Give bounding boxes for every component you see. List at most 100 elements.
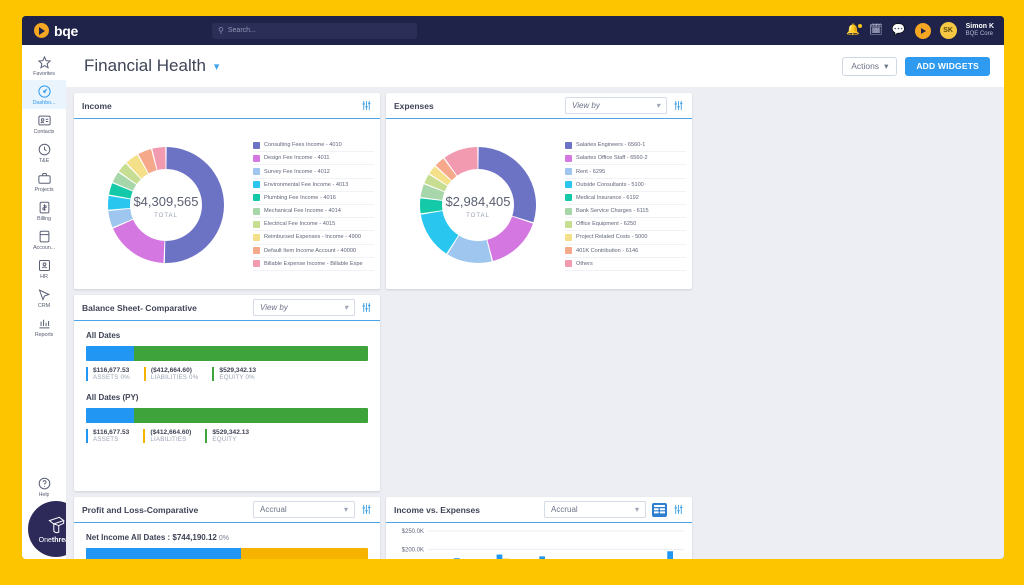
legend-item[interactable]: Bank Service Charges - 6115 (565, 205, 686, 219)
balance-sheet-view-by-select[interactable]: View by ▾ (253, 299, 355, 316)
legend-item[interactable]: Medical Insurance - 6192 (565, 192, 686, 205)
legend-item[interactable]: Consulting Fees Income - 4010 (253, 139, 374, 153)
legend-item[interactable]: Others (565, 258, 686, 271)
income-vs-expenses-basis-select[interactable]: Accrual ▾ (544, 501, 646, 518)
legend-label: Salaries Engineers - 6560-1 (576, 142, 646, 149)
comparative-period-label: All Dates (86, 331, 121, 340)
comparative-stat: ($412,664.60) LIABILITIES (143, 429, 191, 443)
legend-item[interactable]: Survey Fee Income - 4012 (253, 165, 374, 179)
legend-swatch (565, 207, 572, 215)
sidebar-item-help[interactable]: Help (22, 472, 66, 501)
bar-income[interactable] (667, 551, 674, 559)
legend-item[interactable]: Billable Expense Income - Billable Expe (253, 258, 374, 271)
widget-income-vs-expenses-header: Income vs. Expenses Accrual ▾ (386, 497, 692, 523)
income-donut-chart: $4,309,565 TOTAL (78, 125, 253, 285)
chevron-down-icon[interactable]: ▾ (214, 60, 220, 73)
legend-item[interactable]: Project Related Costs - 5000 (565, 231, 686, 245)
sidebar-item-favorites[interactable]: Favorites (22, 51, 66, 80)
legend-item[interactable]: Design Fee Income - 4011 (253, 152, 374, 166)
comparative-stat-key: LIABILITIES (150, 436, 187, 443)
avatar[interactable]: SK (939, 22, 957, 39)
sidebar-item-reports[interactable]: Reports (22, 312, 66, 341)
grid-view-icon[interactable] (652, 502, 667, 517)
legend-item[interactable]: Salaries Engineers - 6560-1 (565, 139, 686, 153)
widget-expenses: Expenses View by ▾ $2,984,405 TOTAL Sala… (386, 93, 692, 289)
grid-view-glyph (654, 504, 665, 513)
contacts-icon (37, 115, 51, 126)
legend-item[interactable]: Rent - 6295 (565, 165, 686, 179)
sidebar-item-crm[interactable]: CRM (22, 283, 66, 312)
legend-swatch (565, 168, 572, 176)
dashboard-icon (37, 85, 51, 98)
sidebar-item-dashboards[interactable]: Dashbo... (22, 80, 66, 109)
legend-item[interactable]: 401K Contribution - 6146 (565, 245, 686, 258)
comparative-bar (86, 346, 368, 361)
sidebar-label-crm: CRM (37, 303, 51, 309)
sidebar-label-favorites: Favorites (33, 71, 55, 77)
legend-item[interactable]: Reimbursed Expenses - Income - 4900 (253, 231, 374, 245)
filter-icon[interactable] (673, 100, 684, 111)
comparative-stat: ($412,664.60) LIABILITIES 0% (143, 367, 199, 381)
sidebar-item-hr[interactable]: HR (22, 254, 66, 283)
filter-icon[interactable] (361, 100, 372, 111)
legend-label: Consulting Fees Income - 4010 (264, 142, 342, 149)
y-tick-label: $200.0K (402, 548, 424, 554)
legend-item[interactable]: Mechanical Fee Income - 4014 (253, 205, 374, 219)
widget-expenses-title: Expenses (394, 100, 434, 111)
bqe-logo[interactable]: bqe (34, 23, 164, 39)
bar-income[interactable] (496, 554, 503, 559)
expenses-view-by-select[interactable]: View by ▾ (565, 97, 667, 114)
widget-balance-sheet-body: All Dates $116,677.53 ASSETS 0% ($412,664.6… (74, 321, 380, 491)
legend-item[interactable]: Office Equipment - 6250 (565, 218, 686, 232)
comparative-bar-segment (86, 346, 134, 361)
global-search[interactable]: ⚲ Search... (212, 22, 417, 39)
calendar-icon[interactable]: 🗓 (869, 25, 883, 36)
legend-item[interactable]: Plumbing Fee Income - 4016 (253, 192, 374, 205)
actions-button[interactable]: Actions ▾ (842, 56, 898, 76)
legend-item[interactable]: Environmental Fee Income - 4013 (253, 179, 374, 192)
widget-income-tools (361, 100, 372, 111)
widget-profit-loss: Profit and Loss-Comparative Accrual ▾ Ne… (74, 497, 380, 559)
hr-icon (38, 260, 50, 271)
user-info[interactable]: Simon K BQE Core (966, 23, 994, 38)
reports-icon (39, 319, 49, 329)
expenses-total-value: $2,984,405 (445, 194, 510, 209)
filter-icon[interactable] (673, 504, 684, 515)
bell-icon[interactable]: 🔔 (846, 24, 862, 36)
filter-icon[interactable] (361, 504, 372, 515)
widget-balance-sheet-title: Balance Sheet- Comparative (82, 302, 197, 313)
bar-income[interactable] (539, 556, 546, 559)
legend-item[interactable]: Salaries Office Staff - 6560-2 (565, 152, 686, 166)
legend-label: Plumbing Fee Income - 4016 (264, 194, 336, 201)
profit-loss-basis-select[interactable]: Accrual ▾ (253, 501, 355, 518)
comparative-stat-value: $529,342.13 (219, 367, 257, 374)
legend-item[interactable]: Electrical Fee Income - 4015 (253, 218, 374, 232)
legend-item[interactable]: Default Item Income Account - 40000 (253, 245, 374, 258)
legend-swatch (565, 220, 572, 228)
sidebar-item-billing[interactable]: Billing (22, 196, 66, 225)
income-vs-expenses-chart: $0.00$50.0K$100.0K$150.0K$200.0K$250.0KJ… (402, 529, 684, 559)
sidebar: Favorites Dashbo... Contacts T&E Project… (22, 45, 84, 559)
widget-income-vs-expenses-title: Income vs. Expenses (394, 504, 480, 515)
sidebar-item-projects[interactable]: Projects (22, 167, 66, 196)
sidebar-label-accounting: Accoun... (32, 245, 56, 251)
sidebar-item-accounting[interactable]: Accoun... (22, 225, 66, 254)
legend-item[interactable]: Outside Consultants - 5100 (565, 179, 686, 192)
accounting-icon (39, 230, 49, 243)
income-vs-expenses-basis-value: Accrual (551, 505, 578, 514)
comparative-stat-value: $529,342.13 (212, 429, 250, 436)
user-name: Simon K (965, 23, 994, 31)
play-icon[interactable] (914, 22, 931, 39)
expenses-total-caption: TOTAL (466, 213, 490, 219)
widget-row-2: Profit and Loss-Comparative Accrual ▾ Ne… (66, 491, 1004, 559)
page-title: Financial Health (84, 56, 206, 75)
chat-icon[interactable]: 💬 (892, 25, 906, 36)
legend-label: Others (576, 260, 593, 267)
top-bar-actions: 🔔 🗓 💬 SK Simon K BQE Core (846, 22, 994, 39)
add-widgets-button[interactable]: ADD WIDGETS (905, 56, 990, 76)
bar-income[interactable] (453, 558, 460, 559)
sidebar-item-te[interactable]: T&E (22, 138, 66, 167)
legend-swatch (253, 247, 260, 255)
sidebar-item-contacts[interactable]: Contacts (22, 109, 66, 138)
filter-icon[interactable] (361, 302, 372, 313)
